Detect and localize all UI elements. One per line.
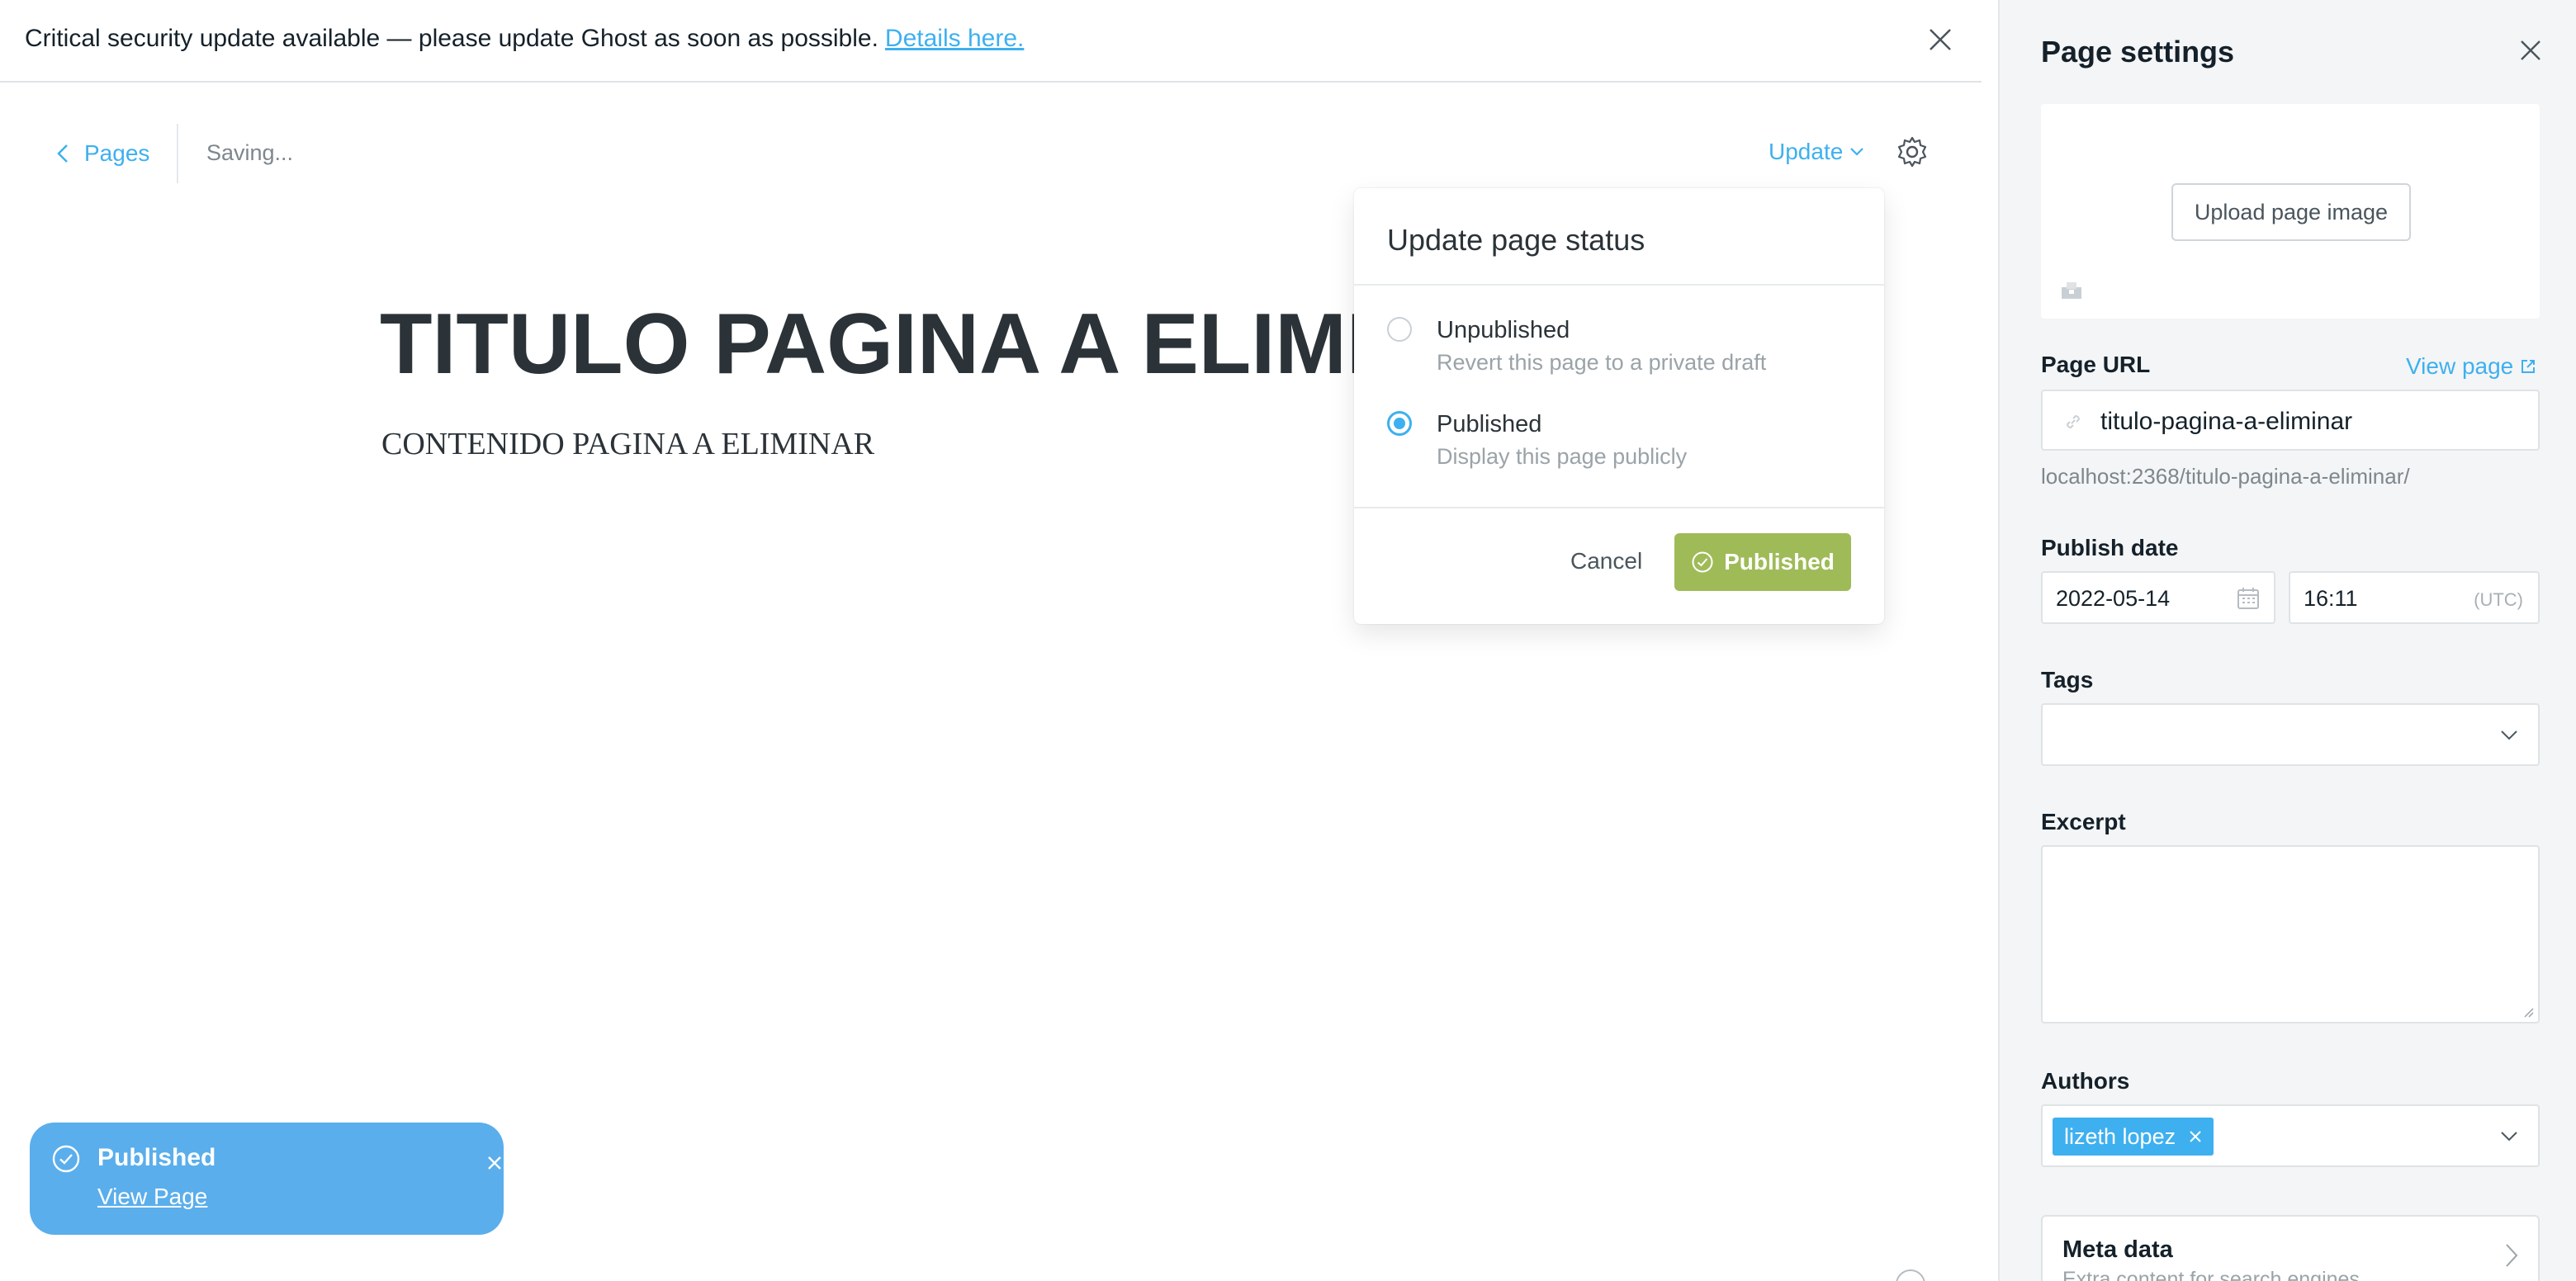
view-page-link[interactable]: View page xyxy=(2406,353,2536,380)
page-content[interactable]: CONTENIDO PAGINA A ELIMINAR xyxy=(381,426,874,462)
popover-divider xyxy=(1354,507,1884,508)
published-label: Published xyxy=(1437,411,1542,437)
page-url-label: Page URL xyxy=(2041,352,2151,377)
notification-title: Published xyxy=(97,1144,216,1171)
popover-title: Update page status xyxy=(1387,223,1646,257)
publish-time-input[interactable]: 16:11 (UTC) xyxy=(2289,571,2540,624)
help-icon[interactable] xyxy=(1896,1269,1925,1281)
page-url-hint: localhost:2368/titulo-pagina-a-eliminar/ xyxy=(2041,464,2410,489)
page-url-value: titulo-pagina-a-eliminar xyxy=(2100,408,2353,435)
author-chip: lizeth lopez xyxy=(2053,1118,2214,1156)
timezone-label: (UTC) xyxy=(2474,589,2523,610)
popover-divider xyxy=(1354,284,1884,286)
image-icon xyxy=(2062,282,2081,299)
close-icon[interactable] xyxy=(485,1154,504,1172)
page-url-input[interactable]: titulo-pagina-a-eliminar xyxy=(2041,390,2540,451)
published-description: Display this page publicly xyxy=(1437,444,1688,469)
authors-select[interactable]: lizeth lopez xyxy=(2041,1104,2540,1167)
chevron-left-icon xyxy=(57,144,68,163)
check-circle-icon xyxy=(1692,551,1713,573)
published-button-label: Published xyxy=(1724,549,1835,574)
alert-details-link[interactable]: Details here. xyxy=(885,25,1024,52)
gear-icon[interactable] xyxy=(1896,135,1929,168)
authors-label: Authors xyxy=(2041,1068,2130,1094)
author-name: lizeth lopez xyxy=(2064,1123,2176,1149)
back-label: Pages xyxy=(84,140,150,166)
publish-date-label: Publish date xyxy=(2041,535,2179,560)
resize-grip-icon[interactable] xyxy=(2520,1004,2535,1019)
close-icon[interactable] xyxy=(1925,25,1955,54)
excerpt-label: Excerpt xyxy=(2041,809,2126,834)
update-dropdown-button[interactable]: Update xyxy=(1769,139,1864,165)
check-circle-icon xyxy=(52,1145,80,1173)
meta-data-card[interactable]: Meta data Extra content for search engin… xyxy=(2041,1215,2540,1281)
nav-divider xyxy=(177,124,178,183)
published-radio[interactable] xyxy=(1387,411,1412,436)
page-settings-panel: Page settings Upload page image Page URL… xyxy=(1998,0,2576,1281)
chevron-down-icon xyxy=(1850,148,1864,156)
published-notification: Published View Page xyxy=(30,1123,504,1235)
publish-date-input[interactable]: 2022-05-14 xyxy=(2041,571,2275,624)
security-alert-bar: Critical security update available — ple… xyxy=(0,0,1982,83)
editor-area: Critical security update available — ple… xyxy=(0,0,1998,1281)
view-page-link[interactable]: View Page xyxy=(97,1184,207,1210)
calendar-icon xyxy=(2237,588,2259,609)
chevron-right-icon xyxy=(2506,1244,2518,1267)
tags-label: Tags xyxy=(2041,667,2094,692)
external-link-icon xyxy=(2522,360,2536,373)
remove-author-icon[interactable] xyxy=(2187,1128,2204,1145)
unpublished-description: Revert this page to a private draft xyxy=(1437,350,1767,375)
upload-image-button[interactable]: Upload page image xyxy=(2171,183,2411,241)
meta-data-description: Extra content for search engines xyxy=(2062,1268,2360,1281)
date-value: 2022-05-14 xyxy=(2056,586,2171,611)
time-value: 16:11 xyxy=(2304,586,2358,611)
alert-message-text: Critical security update available — ple… xyxy=(25,25,878,52)
tags-select[interactable] xyxy=(2041,703,2540,766)
published-button[interactable]: Published xyxy=(1674,533,1851,591)
cancel-button[interactable]: Cancel xyxy=(1570,548,1642,574)
close-icon[interactable] xyxy=(2518,38,2543,63)
alert-message: Critical security update available — ple… xyxy=(25,25,1024,53)
unpublished-label: Unpublished xyxy=(1437,317,1570,343)
feature-image-area: Upload page image xyxy=(2041,104,2540,319)
update-status-popover: Update page status Unpublished Revert th… xyxy=(1354,188,1884,624)
chevron-down-icon xyxy=(2501,730,2517,740)
back-to-pages-link[interactable]: Pages xyxy=(54,137,149,170)
save-status: Saving... xyxy=(206,140,294,165)
update-label: Update xyxy=(1769,139,1844,164)
unpublished-radio[interactable] xyxy=(1387,317,1412,342)
link-icon xyxy=(2066,414,2081,429)
excerpt-textarea[interactable] xyxy=(2041,845,2540,1023)
panel-title: Page settings xyxy=(2041,35,2235,69)
view-page-label: View page xyxy=(2406,353,2514,379)
chevron-down-icon xyxy=(2501,1132,2517,1142)
meta-data-title: Meta data xyxy=(2062,1236,2173,1263)
